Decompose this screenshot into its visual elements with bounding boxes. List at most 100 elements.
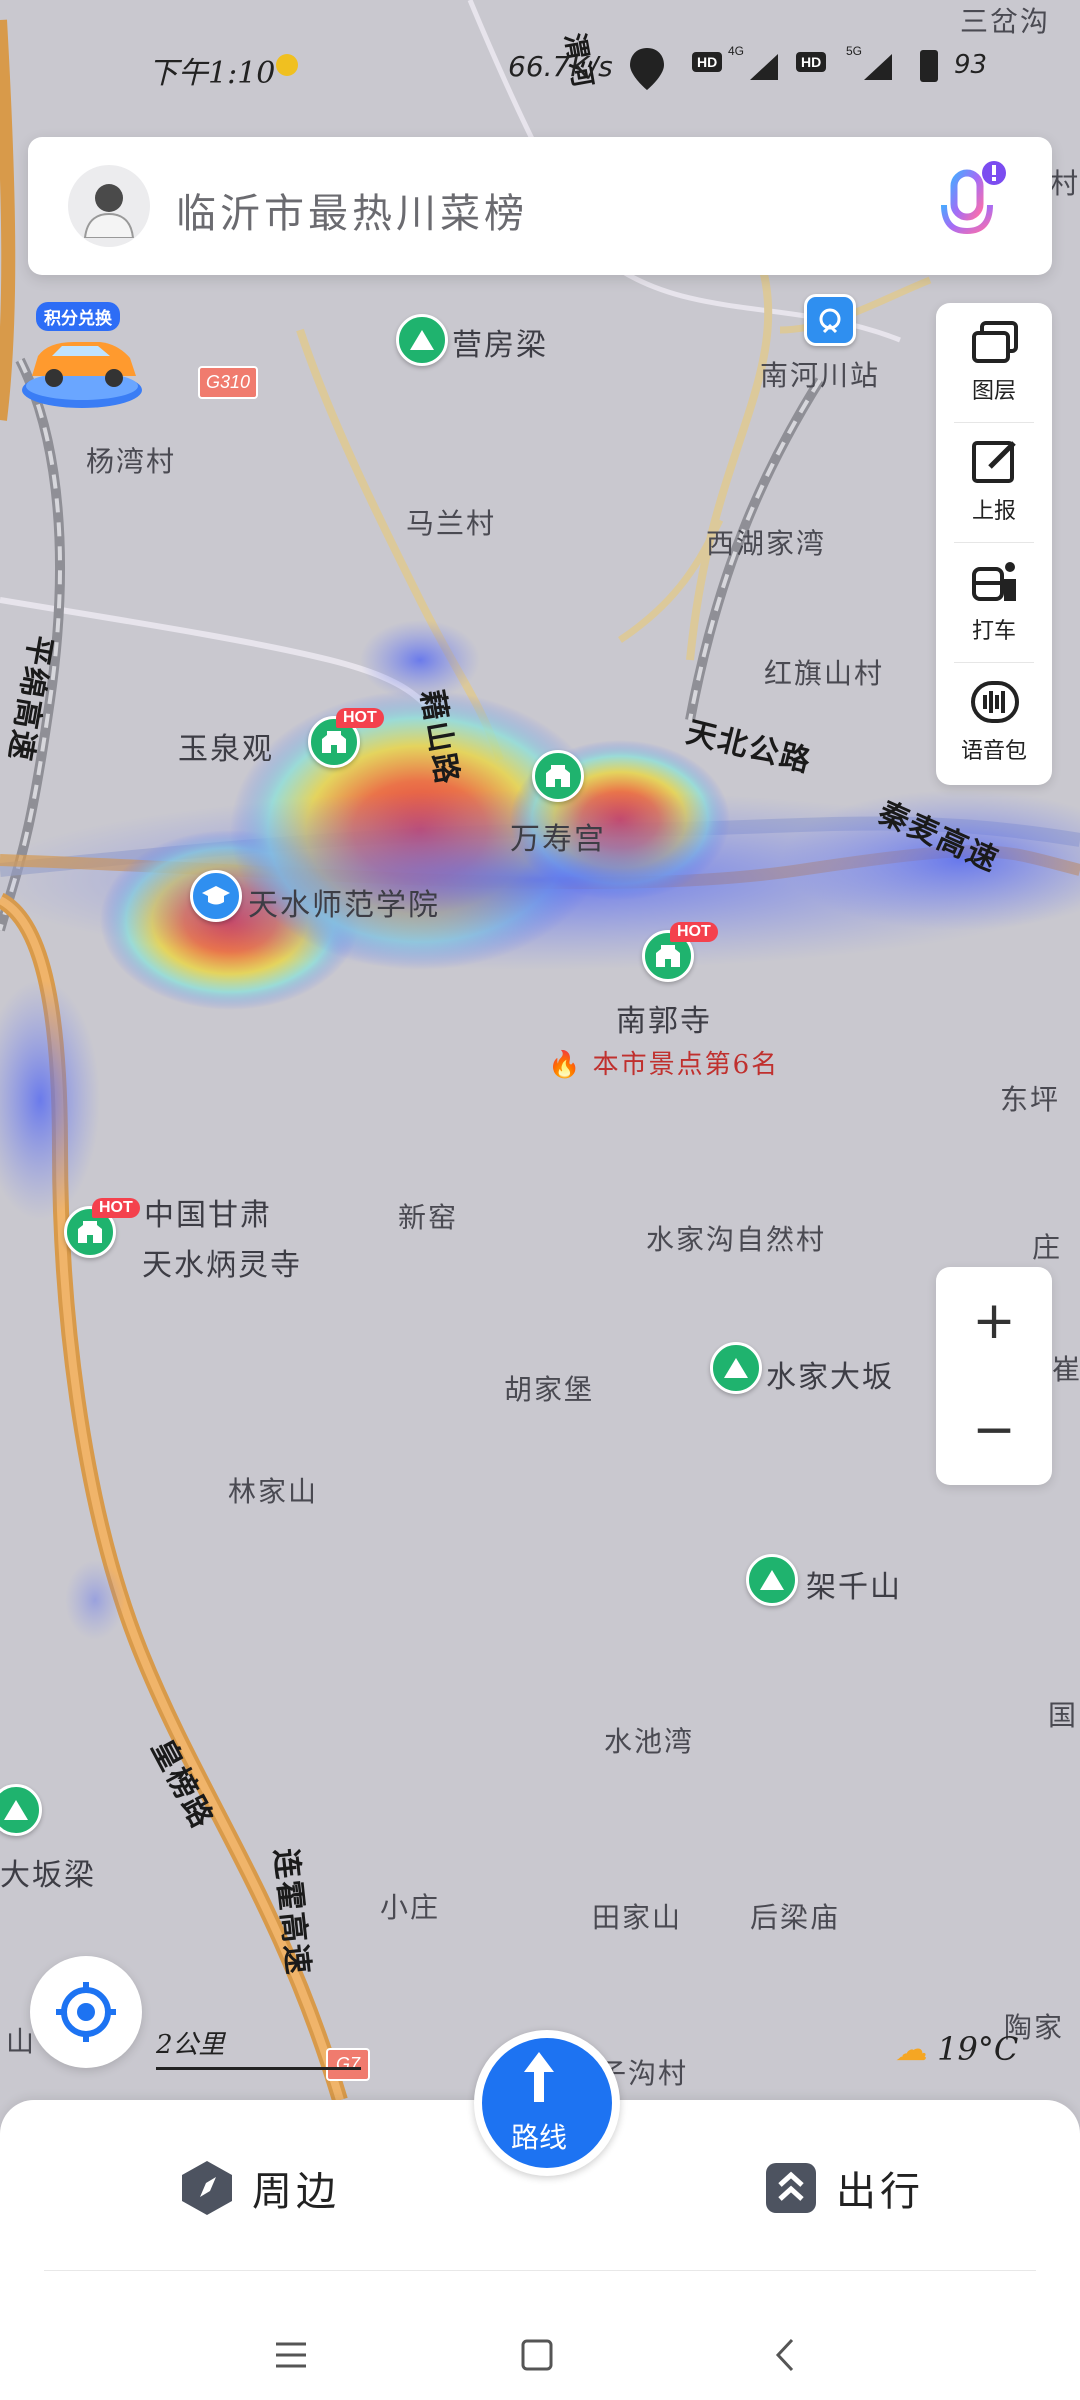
hot-badge: HOT	[92, 1198, 140, 1218]
poi-marker-wanshougong[interactable]	[532, 750, 584, 802]
voice-pack-icon	[971, 681, 1019, 723]
place-label: 玉泉观	[178, 732, 274, 767]
tool-label: 打车	[971, 619, 1016, 644]
status-bar: 下午1:10 66.7K/s HD 4G HD 5G 93	[0, 44, 1080, 94]
road-shield: G310	[198, 366, 259, 399]
poi-marker-yingfangliang[interactable]	[396, 314, 448, 366]
network-speed: 66.7K/s	[508, 50, 613, 83]
place-label: 天水师范学院	[248, 888, 440, 923]
place-label: 水家大坂	[766, 1360, 894, 1395]
place-label: 后梁庙	[750, 1901, 841, 1934]
tool-layers[interactable]: 图层	[936, 303, 1052, 423]
system-nav-bar	[0, 2270, 1080, 2400]
cloudy-sun-icon: ☁	[895, 2030, 927, 2068]
place-label: 村	[1050, 167, 1080, 200]
travel-button[interactable]: 出行	[764, 2148, 924, 2228]
location-drop-icon	[628, 46, 666, 90]
poi-marker-dabanliang[interactable]	[0, 1784, 42, 1836]
poi-marker-jiaqianshan[interactable]	[746, 1554, 798, 1606]
route-button[interactable]: 路线	[474, 2030, 620, 2176]
route-arrow-icon	[524, 2052, 554, 2102]
zoom-in-button[interactable]: +	[936, 1267, 1052, 1376]
network-type: 4G	[728, 44, 745, 58]
temperature: 19°C	[937, 2030, 1019, 2068]
train-station-icon	[804, 294, 856, 346]
place-label: 小庄	[380, 1891, 441, 1924]
map-toolbox: 图层 上报 打车 语音包	[936, 303, 1052, 785]
tool-label: 图层	[971, 379, 1016, 404]
place-label: 东坪	[1000, 1083, 1061, 1116]
tool-label: 语音包	[960, 739, 1027, 764]
voice-assistant-button[interactable]	[932, 159, 1012, 249]
place-label: 大坂梁	[0, 1858, 96, 1893]
place-label: 崔	[1052, 1353, 1080, 1386]
zoom-out-button[interactable]: −	[936, 1376, 1052, 1485]
signal-icon	[862, 52, 894, 89]
place-label: 红旗山村	[764, 657, 885, 690]
scale-bar: 2公里	[156, 2024, 361, 2070]
back-icon[interactable]	[762, 2330, 812, 2380]
travel-icon	[766, 2163, 816, 2213]
points-exchange-promo[interactable]: 积分兑换	[18, 302, 146, 412]
tool-voice-pack[interactable]: 语音包	[936, 663, 1052, 783]
menu-icon[interactable]	[266, 2330, 316, 2380]
place-label: 杨湾村	[86, 445, 177, 478]
place-label: 南郭寺	[616, 1004, 712, 1039]
place-label: 万寿宫	[510, 822, 606, 857]
poi-marker-shifan[interactable]	[190, 870, 242, 922]
poi-marker-station[interactable]	[804, 294, 856, 346]
nearby-label: 周边	[252, 2169, 340, 2215]
network-type: 5G	[846, 44, 863, 58]
mountain-icon	[396, 314, 448, 366]
avatar[interactable]	[68, 165, 150, 247]
notification-icon	[276, 54, 298, 76]
place-label: 中国甘肃	[144, 1198, 272, 1233]
locate-me-button[interactable]	[30, 1956, 142, 2068]
place-label: 三岔沟	[960, 5, 1051, 38]
place-label: 水家沟自然村	[646, 1223, 827, 1256]
place-label: 营房梁	[452, 328, 548, 363]
hot-badge: HOT	[336, 708, 384, 728]
battery-level: 93	[954, 50, 988, 80]
hd-badge: HD	[796, 52, 827, 72]
place-label: 天水炳灵寺	[142, 1248, 302, 1283]
promo-label: 积分兑换	[36, 302, 120, 331]
zoom-control: + −	[936, 1267, 1052, 1485]
tool-taxi[interactable]: 打车	[936, 543, 1052, 663]
mountain-icon	[710, 1342, 762, 1394]
battery-icon	[920, 50, 938, 82]
scale-line	[156, 2067, 361, 2070]
place-label: 田家山	[592, 1901, 683, 1934]
place-label: 国	[1048, 1699, 1079, 1732]
place-label: 林家山	[228, 1475, 319, 1508]
hot-badge: HOT	[670, 922, 718, 942]
ranking-label: 🔥 本市景点第6名	[548, 1050, 780, 1080]
poi-marker-shuijiadaban[interactable]	[710, 1342, 762, 1394]
microphone-icon	[941, 161, 1006, 243]
weather-widget[interactable]: ☁ 19°C	[895, 2030, 1018, 2068]
tool-label: 上报	[971, 499, 1016, 524]
compass-icon	[182, 2161, 232, 2215]
place-label: 胡家堡	[504, 1373, 595, 1406]
route-label: 路线	[510, 2121, 567, 2154]
report-edit-icon	[972, 441, 1016, 483]
divider	[44, 2270, 1036, 2271]
home-icon[interactable]	[512, 2330, 562, 2380]
signal-icon	[748, 52, 780, 89]
search-placeholder[interactable]: 临沂市最热川菜榜	[176, 181, 528, 239]
scale-label: 2公里	[156, 2030, 225, 2060]
place-label: 南河川站	[760, 359, 881, 392]
mountain-icon	[0, 1784, 42, 1836]
graduation-cap-icon	[190, 870, 242, 922]
search-bar[interactable]: 临沂市最热川菜榜	[28, 137, 1052, 275]
hd-badge: HD	[692, 52, 723, 72]
nearby-button[interactable]: 周边	[180, 2148, 340, 2228]
place-label: 新窑	[398, 1201, 459, 1234]
crosshair-icon	[56, 1982, 116, 2042]
tool-report[interactable]: 上报	[936, 423, 1052, 543]
temple-icon	[532, 750, 584, 802]
place-label: 庄	[1032, 1231, 1063, 1264]
ranking-text: 本市景点第6名	[592, 1050, 780, 1080]
status-time: 下午1:10	[148, 56, 276, 91]
place-label: 水池湾	[604, 1725, 695, 1758]
